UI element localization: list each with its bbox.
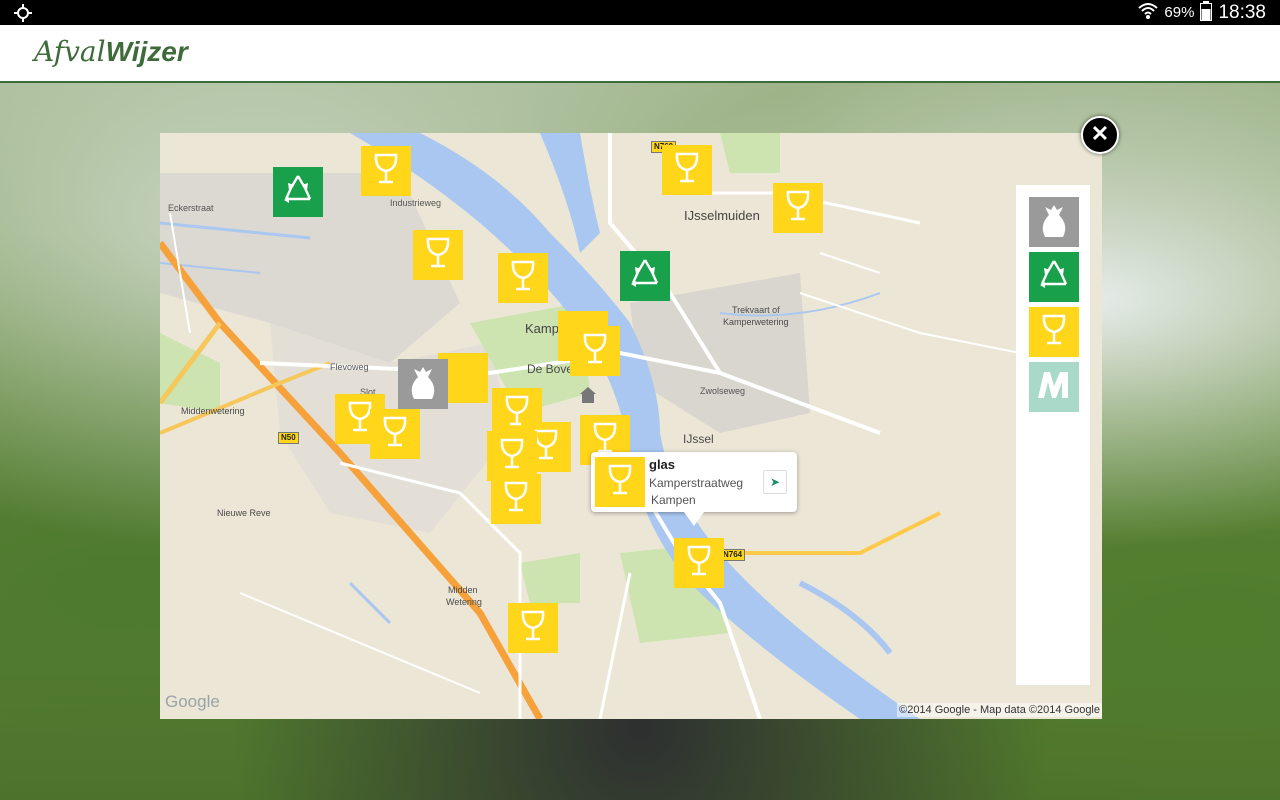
legend-recycle-button[interactable] <box>1029 252 1079 302</box>
close-dialog-button[interactable]: ✕ <box>1081 116 1119 154</box>
label-eckerstraat: Eckerstraat <box>168 203 214 213</box>
popup-glass-marker <box>595 457 645 507</box>
glass-marker[interactable] <box>498 253 548 303</box>
google-logo: Google <box>165 692 220 711</box>
recycle-icon <box>280 173 316 212</box>
label-nieuwe-reve: Nieuwe Reve <box>217 508 271 518</box>
glass-icon <box>1041 314 1067 351</box>
close-icon: ✕ <box>1090 121 1110 146</box>
marker-info-popup[interactable]: glas Kamperstraatweg Kampen ➤ <box>591 452 797 512</box>
recycle-icon <box>1036 258 1072 297</box>
battery-percent: 69% <box>1164 4 1195 21</box>
legend-glass-button[interactable] <box>1029 307 1079 357</box>
map-dialog[interactable]: IJsselmuiden Kampen De Boven IJssel Midd… <box>160 133 1102 719</box>
label-kamperwetering: Kamperwetering <box>723 317 789 327</box>
glass-marker-selected[interactable] <box>674 538 724 588</box>
glass-marker[interactable] <box>491 474 541 524</box>
legend-restafval-button[interactable] <box>1029 197 1079 247</box>
navigate-button[interactable]: ➤ <box>763 470 787 494</box>
glass-icon <box>499 438 525 475</box>
glass-marker[interactable] <box>570 326 620 376</box>
map-canvas[interactable] <box>160 133 1102 719</box>
glass-icon <box>674 152 700 189</box>
legend-metro-button[interactable] <box>1029 362 1079 412</box>
label-ijssel: IJssel <box>683 432 714 446</box>
glass-marker[interactable] <box>773 183 823 233</box>
app-logo[interactable]: AfvalWijzer <box>34 35 188 68</box>
glass-marker[interactable] <box>370 409 420 459</box>
label-midden: Midden <box>448 585 478 595</box>
recycle-marker[interactable] <box>620 251 670 301</box>
glass-icon <box>607 464 633 501</box>
glass-icon <box>520 610 546 647</box>
label-industrieweg: Industrieweg <box>390 198 442 208</box>
label-trekvaart: Trekvaart of <box>732 305 780 315</box>
popup-pointer <box>684 512 704 526</box>
bag-icon <box>1039 203 1069 242</box>
glass-icon <box>686 545 712 582</box>
recycle-icon <box>627 257 663 296</box>
glass-marker[interactable] <box>508 603 558 653</box>
label-wetering: Wetering <box>446 597 482 607</box>
popup-title: glas <box>649 457 676 472</box>
battery-icon <box>1200 0 1213 25</box>
road-shield-n50: N50 <box>278 432 299 444</box>
wifi-icon <box>1138 2 1159 24</box>
label-zwolseweg: Zwolseweg <box>700 386 746 396</box>
glass-marker[interactable] <box>662 145 712 195</box>
glass-icon <box>425 237 451 274</box>
glass-icon <box>382 416 408 453</box>
glass-icon <box>503 481 529 518</box>
metro-m-icon <box>1036 370 1072 405</box>
popup-street: Kamperstraatweg <box>649 476 744 490</box>
navigation-arrow-icon: ➤ <box>769 475 781 489</box>
map-copyright: ©2014 Google - Map data ©2014 Google <box>897 703 1102 717</box>
gps-icon <box>14 4 32 27</box>
logo-part-wijzer: Wijzer <box>105 36 188 67</box>
popup-city: Kampen <box>651 493 696 507</box>
glass-marker[interactable] <box>361 146 411 196</box>
glass-icon <box>582 333 608 370</box>
home-icon <box>579 386 597 404</box>
restafval-marker[interactable] <box>398 359 448 409</box>
clock: 18:38 <box>1218 1 1266 23</box>
label-ijsselmuiden: IJsselmuiden <box>684 208 760 223</box>
glass-marker[interactable] <box>413 230 463 280</box>
recycle-marker[interactable] <box>273 167 323 217</box>
app-bar: AfvalWijzer <box>0 25 1280 83</box>
label-flevoweg: Flevoweg <box>330 362 369 372</box>
status-bar: 69% 18:38 <box>0 0 1280 25</box>
category-legend <box>1016 185 1090 685</box>
glass-icon <box>785 190 811 227</box>
glass-icon <box>373 153 399 190</box>
label-middenwetering: Middenwetering <box>181 406 245 416</box>
glass-icon <box>510 260 536 297</box>
bag-icon <box>408 365 438 404</box>
logo-part-afval: Afval <box>34 35 106 68</box>
